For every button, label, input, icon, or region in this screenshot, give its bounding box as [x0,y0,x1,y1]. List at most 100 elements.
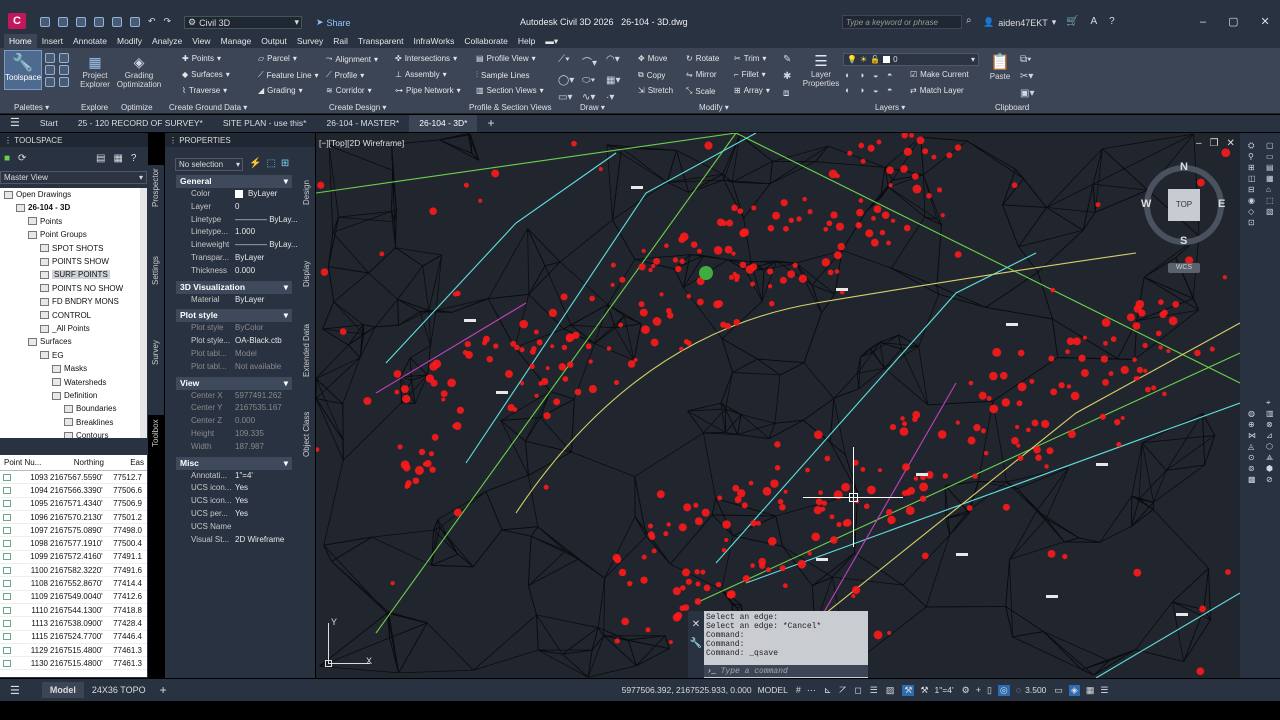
traverse-button[interactable]: ⌇ Traverse ▾ [182,86,227,95]
compass-south[interactable]: S [1180,235,1187,247]
tab-object-class[interactable]: Object Class [302,412,311,457]
panel-title-create-ground-data[interactable]: Create Ground Data ▾ [169,103,247,112]
transparency-icon[interactable]: ▨ [886,685,895,696]
tree-node[interactable]: SURF POINTS [40,270,110,280]
tool-palette-icon[interactable]: ⬢ [1266,464,1273,473]
table-row[interactable]: 1130 2167515.4800' 77461.3 [0,657,147,671]
tool-palette-icon[interactable]: ▢ [1266,141,1274,150]
scale-button[interactable]: ⤡ Scale [686,86,715,96]
web-icon[interactable] [112,16,122,27]
line-icon[interactable]: ⟋▾ [558,54,582,69]
tool-palette-icon[interactable]: ⬡ [1266,442,1273,451]
tree-node[interactable]: Breaklines [64,418,113,427]
tree-node[interactable]: POINTS NO SHOW [40,284,123,293]
tab-transparent[interactable]: Transparent [353,34,409,48]
table-row[interactable]: 1093 2167567.5590' 77512.7 [0,471,147,485]
tool-palette-icon[interactable]: ▥ [1266,409,1274,418]
snap-icon[interactable]: ⋯ [807,685,816,696]
close-icon[interactable]: ✕ [688,619,704,630]
minimize-icon[interactable]: – [1200,16,1206,28]
offset-icon[interactable]: ⧈ [783,88,791,99]
layer-tool-icon[interactable]: ◓ [887,70,901,80]
tree-node[interactable]: 26-104 - 3D [16,203,70,212]
assembly-button[interactable]: ⊥ Assembly ▾ [395,70,447,79]
tool-palette-icon[interactable]: ▤ [1266,163,1274,172]
value-readout[interactable]: 3.500 [1025,685,1046,695]
point-icon[interactable]: ·▾ [606,92,630,103]
palette-icon[interactable] [59,53,69,63]
table-row[interactable]: 1095 2167571.4340' 77506.9 [0,498,147,511]
tree-node[interactable]: Contours [64,431,108,438]
new-icon[interactable] [40,16,50,27]
sample-lines-button[interactable]: ⫶ Sample Lines [476,70,529,80]
grid-column-header[interactable]: Point Nu... [0,458,50,467]
tree-icon[interactable]: ▤ [96,153,105,164]
compass-east[interactable]: E [1218,198,1225,210]
property-value[interactable]: ByLayer [235,295,264,304]
property-value[interactable]: ByLayer [248,189,277,198]
erase-icon[interactable]: ✎ [783,54,791,65]
tree-node[interactable]: Definition [52,391,97,400]
pipe-network-button[interactable]: ⊶ Pipe Network ▾ [395,86,461,95]
layer-tool-icon[interactable]: ◓ [887,85,901,95]
tab-annotate[interactable]: Annotate [68,34,112,48]
stretch-button[interactable]: ⇲ Stretch [638,86,673,95]
panel-title-draw[interactable]: Draw ▾ [580,103,605,112]
doc-tab-start[interactable]: Start [30,115,68,132]
property-value[interactable]: ByLayer [235,253,264,262]
grid-column-header[interactable]: Eas [104,458,144,467]
layer-dropdown[interactable]: 💡 ☀ 🔓 0 ▾ [843,53,979,66]
restore-icon[interactable]: ❐ [1210,138,1219,149]
section-general[interactable]: General ▾ [176,175,292,188]
tool-palette-icon[interactable]: ◇ [1248,207,1254,216]
table-row[interactable]: 1100 2167582.3220' 77491.6 [0,564,147,578]
section-view[interactable]: View ▾ [176,376,292,390]
tab-settings[interactable]: Settings [151,256,160,285]
command-input[interactable]: ›_ Type a command [704,665,868,677]
tool-palette-icon[interactable]: ⚲ [1248,152,1254,161]
doc-tab-site-plan[interactable]: SITE PLAN - use this* [213,115,317,132]
corridor-button[interactable]: ≋ Corridor ▾ [326,86,372,95]
compass-west[interactable]: W [1141,198,1151,210]
customize-icon[interactable]: ▦ [1086,685,1095,696]
tab-analyze[interactable]: Analyze [147,34,187,48]
plus-icon[interactable]: + [976,685,981,695]
refresh-icon[interactable]: ⟳ [18,153,26,164]
share-button[interactable]: ➤ Share [316,17,351,28]
property-value[interactable]: ———— ByLay... [235,240,298,249]
tool-palette-icon[interactable]: ⊚ [1248,464,1255,473]
tree-node[interactable]: _All Points [40,324,90,333]
clean-screen-icon[interactable]: ◈ [1068,684,1080,696]
list-icon[interactable]: ▦ [113,153,122,164]
graphics-icon[interactable]: ◌ [1016,685,1021,695]
table-row[interactable]: 1129 2167515.4800' 77461.3 [0,644,147,658]
tree-node[interactable]: Watersheds [52,378,106,387]
tree-node[interactable]: EG [40,351,64,360]
tool-palette-icon[interactable]: ◬ [1248,442,1254,451]
table-row[interactable]: 1110 2167544.1300' 77418.8 [0,604,147,618]
compass-north[interactable]: N [1180,161,1188,173]
cart-icon[interactable]: 🛒 [1066,16,1078,27]
close-icon[interactable]: ✕ [1261,15,1270,28]
doc-tab-record-of-survey[interactable]: 25 - 120 RECORD OF SURVEY* [68,115,213,132]
app-logo[interactable]: C [8,13,26,29]
new-tab-icon[interactable]: + [477,115,504,132]
table-row[interactable]: 1098 2167577.1910' 77500.4 [0,537,147,551]
workspace-dropdown[interactable]: ⚙ Civil 3D ▾ [184,16,302,29]
tool-palette-icon[interactable]: ⌖ [1266,398,1271,408]
table-row[interactable]: 1113 2167538.0900' 77428.4 [0,617,147,631]
ortho-icon[interactable]: ⊾ [824,685,832,696]
toolspace-button[interactable]: 🔧 Toolspace [4,50,42,90]
autoscale-icon[interactable]: ⚒ [920,685,928,696]
mirror-button[interactable]: ⇋ Mirror [686,70,717,79]
wcs-menu[interactable]: WCS [1168,263,1200,273]
tool-palette-icon[interactable]: ⊙ [1248,453,1255,462]
array-button[interactable]: ⊞ Array ▾ [734,86,770,95]
tool-palette-icon[interactable]: ⊕ [1248,420,1255,429]
panel-title-create-design[interactable]: Create Design ▾ [329,103,386,112]
palette-icon[interactable] [45,53,55,63]
layer-tool-icon[interactable]: ◒ [873,85,887,95]
layer-tool-icon[interactable]: ◒ [873,70,887,80]
selection-dropdown[interactable]: No selection ▾ [175,158,243,171]
tab-collaborate[interactable]: Collaborate [459,34,512,48]
